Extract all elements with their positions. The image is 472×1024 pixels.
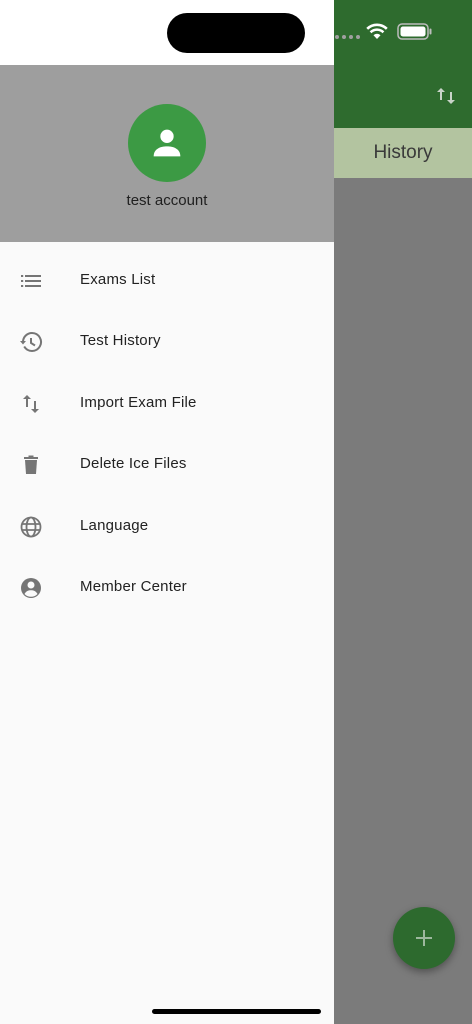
home-indicator[interactable] bbox=[152, 1009, 321, 1014]
add-fab-button[interactable] bbox=[393, 907, 455, 969]
status-time: 12:51 bbox=[64, 20, 116, 41]
import-arrows-icon bbox=[23, 395, 39, 413]
drawer-header: test account bbox=[0, 65, 334, 242]
dynamic-island bbox=[167, 13, 305, 53]
trash-icon bbox=[24, 455, 38, 474]
menu-item-label: Import Exam File bbox=[80, 394, 197, 411]
battery-icon bbox=[397, 23, 432, 40]
menu-item-label: Test History bbox=[80, 332, 161, 349]
menu-item-label: Language bbox=[80, 517, 149, 534]
menu-item-import-exam-file[interactable]: Import Exam File bbox=[0, 374, 334, 435]
navigation-drawer: test account Exams List Test History Imp… bbox=[0, 0, 334, 1024]
plus-icon bbox=[416, 930, 432, 946]
menu-item-exams-list[interactable]: Exams List bbox=[0, 251, 334, 312]
account-name: test account bbox=[126, 192, 208, 209]
menu-item-test-history[interactable]: Test History bbox=[0, 312, 334, 373]
menu-item-delete-ice-files[interactable]: Delete Ice Files bbox=[0, 435, 334, 496]
menu-item-label: Delete Ice Files bbox=[80, 455, 187, 472]
tab-history[interactable]: History bbox=[334, 128, 472, 178]
history-icon bbox=[20, 332, 42, 352]
screen: History test account Exams List Test His… bbox=[0, 0, 472, 1024]
signal-dots-icon bbox=[335, 35, 360, 39]
menu-item-label: Exams List bbox=[80, 271, 156, 288]
person-icon bbox=[153, 129, 181, 157]
menu-item-member-center[interactable]: Member Center bbox=[0, 558, 334, 619]
menu-item-label: Member Center bbox=[80, 578, 187, 595]
status-icons bbox=[334, 20, 472, 46]
menu-item-language[interactable]: Language bbox=[0, 497, 334, 558]
account-circle-icon bbox=[21, 578, 41, 598]
wifi-icon bbox=[366, 23, 388, 39]
globe-icon bbox=[20, 516, 42, 538]
sort-arrows-icon[interactable] bbox=[434, 84, 458, 108]
list-icon bbox=[21, 275, 41, 287]
avatar[interactable] bbox=[128, 104, 206, 182]
